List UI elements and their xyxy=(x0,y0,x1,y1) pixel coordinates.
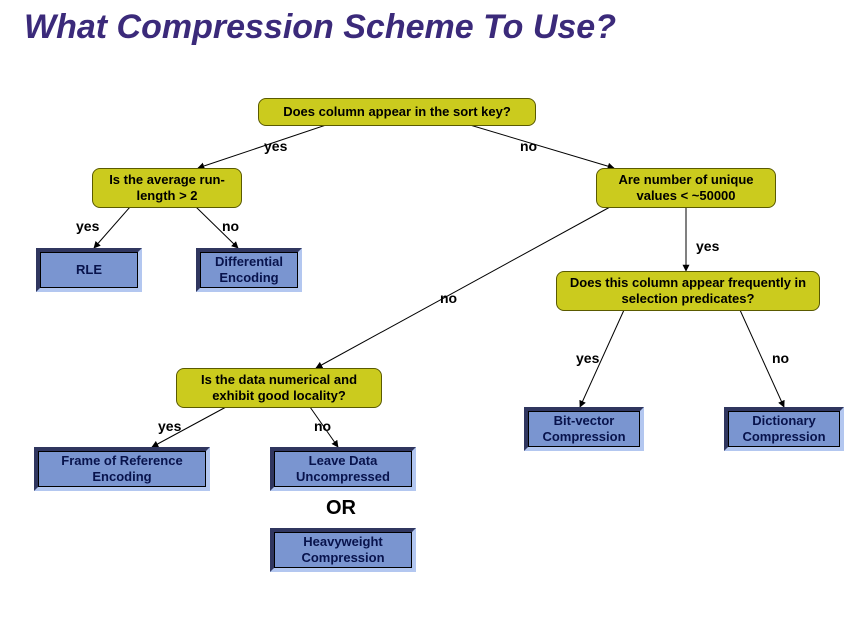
lbl-unique-yes: yes xyxy=(696,238,719,254)
or-label: OR xyxy=(326,497,356,520)
lbl-selpred-yes: yes xyxy=(576,350,599,366)
lbl-sortkey-no: no xyxy=(520,138,537,154)
q-runlen: Is the average run-length > 2 xyxy=(92,168,242,208)
lbl-runlen-yes: yes xyxy=(76,218,99,234)
lbl-unique-no: no xyxy=(440,290,457,306)
leaf-frame: Frame of Reference Encoding xyxy=(34,447,210,491)
flowchart: Does column appear in the sort key? Is t… xyxy=(0,0,868,626)
leaf-bitvec: Bit-vector Compression xyxy=(524,407,644,451)
q-selpred: Does this column appear frequently in se… xyxy=(556,271,820,311)
leaf-uncomp: Leave Data Uncompressed xyxy=(270,447,416,491)
leaf-dict: Dictionary Compression xyxy=(724,407,844,451)
lbl-numloc-yes: yes xyxy=(158,418,181,434)
lbl-sortkey-yes: yes xyxy=(264,138,287,154)
lbl-selpred-no: no xyxy=(772,350,789,366)
q-unique: Are number of unique values < ~50000 xyxy=(596,168,776,208)
lbl-numloc-no: no xyxy=(314,418,331,434)
lbl-runlen-no: no xyxy=(222,218,239,234)
leaf-diff: Differential Encoding xyxy=(196,248,302,292)
q-sortkey: Does column appear in the sort key? xyxy=(258,98,536,126)
leaf-rle: RLE xyxy=(36,248,142,292)
q-numloc: Is the data numerical and exhibit good l… xyxy=(176,368,382,408)
leaf-heavy: Heavyweight Compression xyxy=(270,528,416,572)
flowchart-edges xyxy=(0,0,868,626)
